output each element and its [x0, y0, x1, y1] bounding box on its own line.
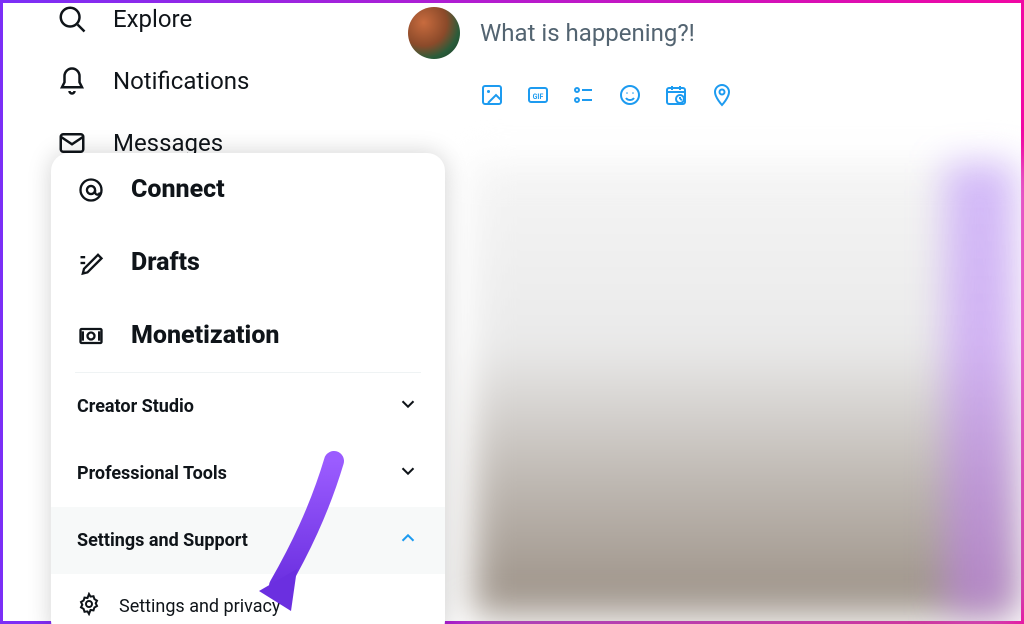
nav-explore[interactable]: Explore: [43, 0, 373, 50]
menu-settings-privacy-label: Settings and privacy: [119, 596, 280, 617]
chevron-up-icon: [397, 527, 419, 554]
chevron-down-icon: [397, 460, 419, 487]
menu-drafts[interactable]: Drafts: [51, 226, 445, 299]
menu-connect[interactable]: Connect: [51, 153, 445, 226]
nav-notifications-label: Notifications: [113, 67, 249, 95]
timeline-tint: [945, 163, 1015, 615]
viewport: Explore Notifications Messages What is h…: [0, 0, 1024, 624]
svg-text:GIF: GIF: [533, 93, 544, 101]
nav-explore-label: Explore: [113, 5, 192, 33]
menu-settings-privacy[interactable]: Settings and privacy: [51, 574, 445, 624]
section-professional-tools[interactable]: Professional Tools: [51, 440, 445, 507]
sidebar-nav: Explore Notifications Messages: [43, 0, 373, 174]
section-settings-support[interactable]: Settings and Support: [51, 507, 445, 574]
avatar[interactable]: [408, 7, 460, 59]
chevron-down-icon: [397, 393, 419, 420]
section-creator-studio-label: Creator Studio: [77, 396, 194, 417]
gear-icon: [77, 592, 101, 621]
menu-drafts-label: Drafts: [131, 248, 200, 277]
bell-icon: [57, 66, 87, 96]
compose-toolbar: GIF: [408, 83, 1011, 107]
location-icon[interactable]: [710, 83, 734, 107]
menu-monetization[interactable]: Monetization: [51, 299, 445, 372]
drafts-icon: [77, 249, 105, 277]
section-settings-support-label: Settings and Support: [77, 530, 248, 551]
poll-icon[interactable]: [572, 83, 596, 107]
search-icon: [57, 4, 87, 34]
section-creator-studio[interactable]: Creator Studio: [51, 373, 445, 440]
more-menu: Connect Drafts Monetization Creator Stud…: [51, 153, 445, 624]
gif-icon[interactable]: GIF: [526, 83, 550, 107]
section-professional-tools-label: Professional Tools: [77, 463, 227, 484]
at-icon: [77, 176, 105, 204]
media-icon[interactable]: [480, 83, 504, 107]
nav-notifications[interactable]: Notifications: [43, 50, 373, 112]
schedule-icon[interactable]: [664, 83, 688, 107]
compose-input[interactable]: What is happening?!: [480, 19, 695, 47]
timeline-blurred: [473, 163, 1015, 615]
compose-area: What is happening?! GIF: [408, 0, 1011, 107]
monetization-icon: [77, 322, 105, 350]
emoji-icon[interactable]: [618, 83, 642, 107]
menu-connect-label: Connect: [131, 175, 225, 204]
menu-monetization-label: Monetization: [131, 321, 279, 350]
compose-row: What is happening?!: [408, 0, 1011, 83]
